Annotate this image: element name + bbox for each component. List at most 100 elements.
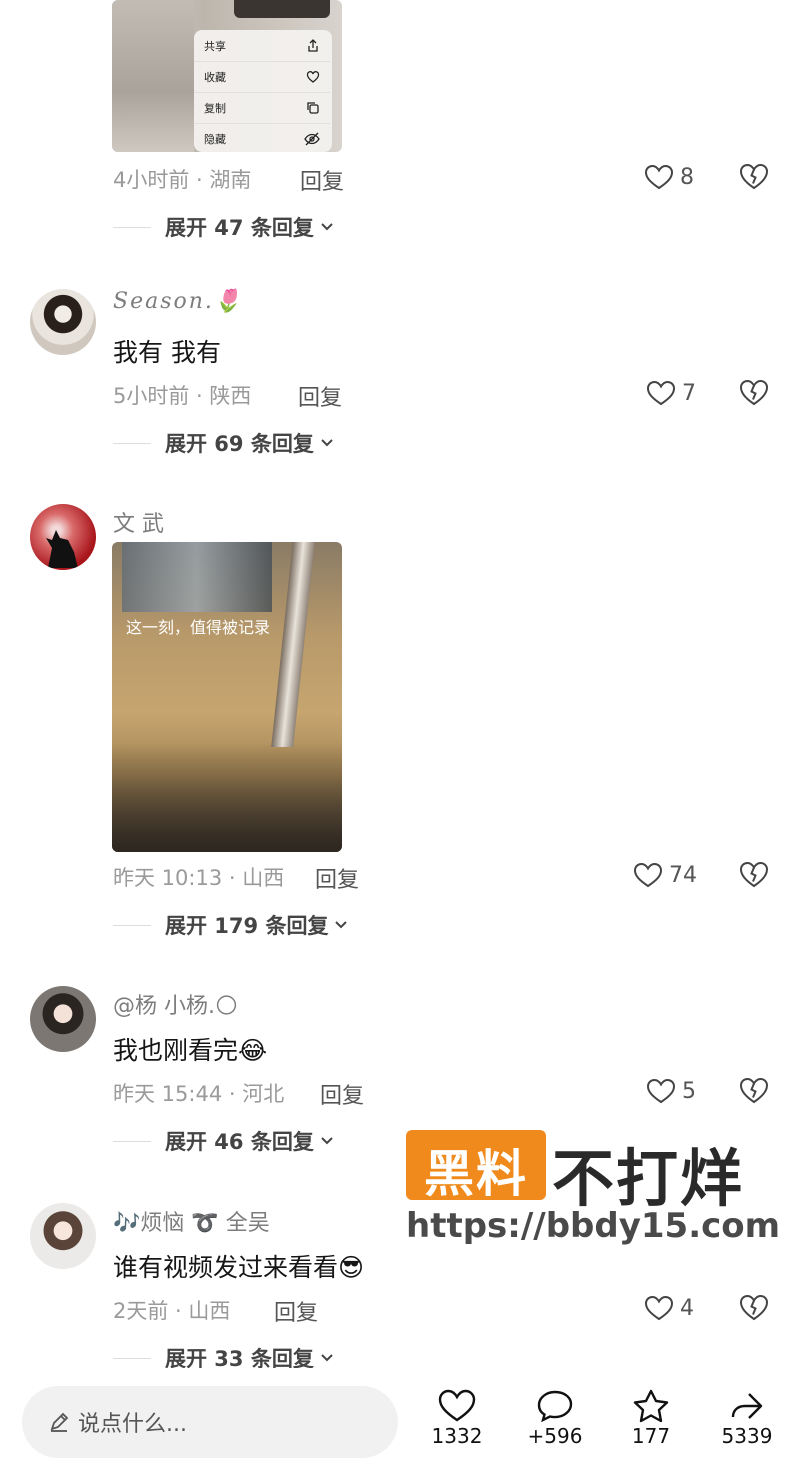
divider [113, 1140, 151, 1142]
tulip-emoji: 🌷 [213, 289, 244, 314]
video-table-leg [271, 542, 315, 747]
video-shadow [112, 742, 342, 852]
comment-meta: 2天前 · 山西 [113, 1299, 231, 1323]
broken-heart-icon[interactable] [738, 1291, 770, 1323]
watermark-badge: 黑料 [406, 1130, 546, 1203]
reply-button[interactable]: 回复 [274, 1295, 318, 1327]
sunglasses-emoji: 😎 [338, 1253, 365, 1282]
like-button[interactable]: 7 [646, 376, 696, 410]
author-name: Season. [113, 289, 214, 314]
thumbnail-top-bar [234, 0, 330, 18]
context-menu-label: 复制 [204, 102, 226, 115]
favorite-video-button[interactable]: 177 [611, 1388, 691, 1448]
divider [113, 924, 151, 926]
reply-button[interactable]: 回复 [300, 164, 344, 196]
expand-replies-label: 展开 69 条回复 [165, 432, 314, 456]
expand-replies-label: 展开 47 条回复 [165, 216, 314, 240]
pencil-icon [50, 1412, 69, 1432]
share-icon [308, 38, 318, 52]
expand-replies-label: 展开 46 条回复 [165, 1130, 314, 1154]
like-video-count: 1332 [431, 1424, 483, 1448]
divider [113, 1357, 151, 1359]
heart-outline-icon [646, 380, 676, 406]
comment-video-thumbnail[interactable]: 这一刻，值得被记录 [112, 542, 342, 852]
context-menu-label: 收藏 [204, 71, 226, 84]
like-button[interactable]: 8 [644, 160, 694, 194]
expand-replies[interactable]: 展开 46 条回复 [113, 1126, 334, 1156]
comment-author[interactable]: @杨 小杨.🌕 [113, 988, 238, 1020]
context-menu-item-hide[interactable]: 隐藏 [194, 123, 330, 154]
like-count: 74 [669, 862, 697, 888]
video-caption: 这一刻，值得被记录 [126, 618, 271, 637]
heart-outline-icon [633, 862, 663, 888]
comment-input-placeholder: 说点什么... [78, 1412, 187, 1437]
like-count: 5 [682, 1078, 696, 1104]
author-name[interactable]: 🎶烦恼 ➰ 全吴 [113, 1205, 270, 1237]
expand-replies-label: 展开 179 条回复 [165, 914, 329, 938]
like-count: 7 [682, 380, 696, 406]
avatar[interactable] [30, 289, 96, 355]
favorite-video-count: 177 [631, 1424, 671, 1448]
like-button[interactable]: 5 [646, 1074, 696, 1108]
watermark-text: 不打烊 [552, 1142, 745, 1215]
comment-meta: 4小时前 · 湖南 [113, 168, 252, 192]
watermark-badge-text: 黑料 [424, 1145, 528, 1203]
share-video-count: 5339 [721, 1424, 773, 1448]
context-menu-item-favorite[interactable]: 收藏 [194, 61, 330, 92]
heart-icon [438, 1389, 476, 1422]
comment-video-button[interactable]: +596 [515, 1388, 595, 1448]
reply-button[interactable]: 回复 [298, 380, 342, 412]
avatar[interactable] [30, 504, 96, 570]
chevron-down-icon [321, 1137, 333, 1145]
thumbnail-blur-block [112, 0, 194, 152]
share-video-button[interactable]: 5339 [707, 1388, 787, 1448]
like-button[interactable]: 74 [633, 858, 697, 892]
heart-outline-icon [306, 71, 320, 83]
comment-meta: 昨天 15:44 · 河北 [113, 1082, 285, 1106]
comment-text: 我也刚看完😂 [113, 1031, 267, 1067]
chevron-down-icon [335, 921, 348, 929]
wolf-silhouette-icon [46, 530, 78, 568]
context-menu-item-share[interactable]: 共享 [194, 30, 330, 61]
divider [113, 226, 151, 228]
comment-author[interactable]: Season.🌷 [113, 289, 243, 314]
broken-heart-icon[interactable] [738, 858, 770, 890]
divider [113, 442, 151, 444]
heart-outline-icon [644, 1295, 674, 1321]
eye-hidden-icon [304, 132, 320, 146]
chevron-down-icon [321, 223, 333, 231]
share-arrow-icon [731, 1393, 763, 1419]
like-button[interactable]: 4 [644, 1291, 694, 1325]
like-count: 4 [680, 1295, 694, 1321]
author-name: @杨 小杨. [113, 994, 215, 1019]
avatar[interactable] [30, 1203, 96, 1269]
watermark-url: https://bbdy15.com [406, 1206, 781, 1246]
context-menu-label: 隐藏 [204, 133, 226, 146]
broken-heart-icon[interactable] [738, 1074, 770, 1106]
comment-input[interactable]: 说点什么... [22, 1386, 398, 1458]
expand-replies[interactable]: 展开 179 条回复 [113, 910, 348, 940]
chevron-down-icon [321, 1354, 333, 1362]
expand-replies[interactable]: 展开 47 条回复 [113, 212, 334, 242]
broken-heart-icon[interactable] [738, 376, 770, 408]
reply-button[interactable]: 回复 [320, 1078, 364, 1110]
comment-text: 我有 我有 [113, 338, 221, 367]
comment-meta: 昨天 10:13 · 山西 [113, 866, 285, 890]
comment-meta: 5小时前 · 陕西 [113, 384, 252, 408]
expand-replies[interactable]: 展开 69 条回复 [113, 428, 334, 458]
heart-outline-icon [646, 1078, 676, 1104]
comment-icon [537, 1390, 573, 1423]
copy-icon [307, 102, 319, 114]
comment-text-content: 谁有视频发过来看看 [113, 1253, 339, 1282]
like-video-button[interactable]: 1332 [417, 1388, 497, 1448]
reply-button[interactable]: 回复 [315, 862, 359, 894]
like-count: 8 [680, 164, 694, 190]
avatar[interactable] [30, 986, 96, 1052]
chevron-down-icon [321, 439, 333, 447]
context-menu-item-copy[interactable]: 复制 [194, 92, 330, 123]
broken-heart-icon[interactable] [738, 160, 770, 192]
moon-emoji: 🌕 [215, 994, 238, 1019]
heart-outline-icon [644, 164, 674, 190]
author-name[interactable]: 文 武 [113, 506, 164, 538]
laughing-emoji: 😂 [238, 1036, 268, 1065]
